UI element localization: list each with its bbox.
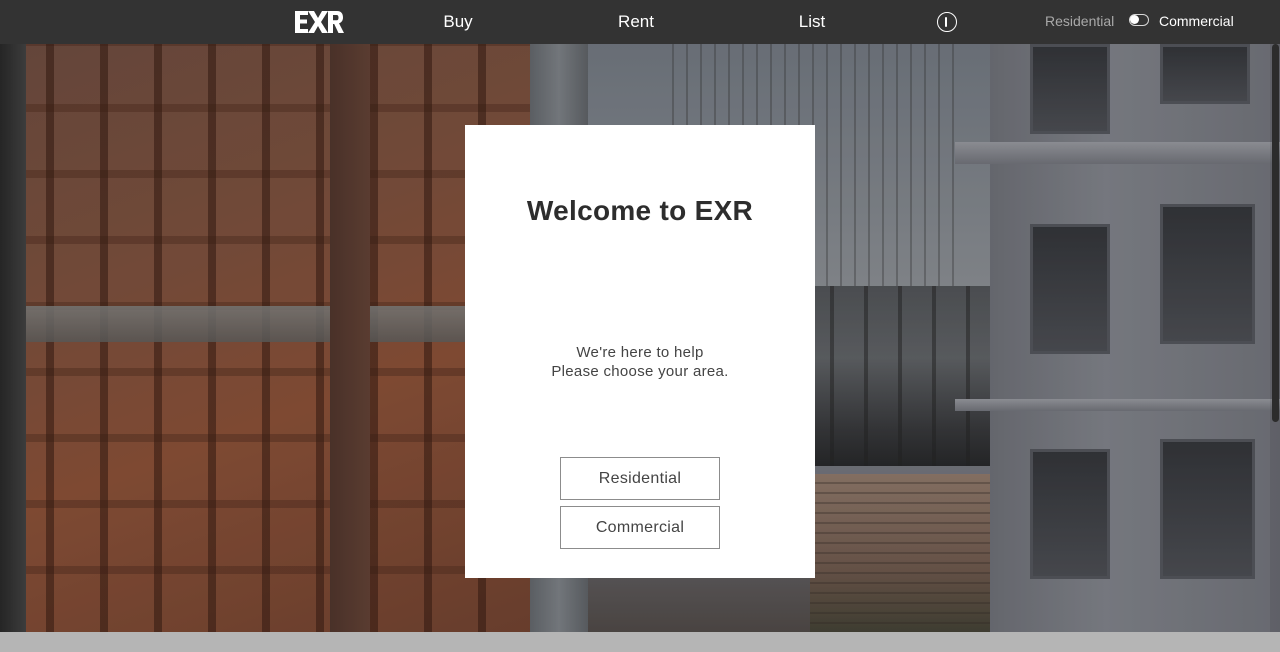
toggle-knob [1130, 15, 1139, 24]
welcome-modal: Welcome to EXR We're here to help Please… [465, 125, 815, 578]
nav-rent-link[interactable]: Rent [618, 0, 654, 44]
modal-title: Welcome to EXR [526, 195, 754, 226]
page-scrollbar[interactable] [1270, 44, 1280, 632]
mode-commercial-label[interactable]: Commercial [1159, 0, 1234, 44]
nav-list-link[interactable]: List [799, 0, 825, 44]
modal-message-line-1: We're here to help [576, 344, 704, 361]
mode-residential-label[interactable]: Residential [1045, 0, 1114, 44]
commercial-button[interactable]: Commercial [560, 506, 720, 549]
scrollbar-thumb[interactable] [1272, 44, 1279, 422]
nav-buy-link[interactable]: Buy [443, 0, 472, 44]
residential-button[interactable]: Residential [560, 457, 720, 500]
modal-message: We're here to help Please choose your ar… [465, 343, 815, 381]
modal-message-line-2: Please choose your area. [551, 363, 729, 380]
info-icon[interactable] [937, 12, 957, 32]
top-navigation-bar: Buy Rent List Residential Commercial [0, 0, 1280, 44]
page-bottom-strip [0, 632, 1280, 652]
exr-logo[interactable] [295, 11, 344, 33]
residential-commercial-toggle[interactable] [1129, 14, 1149, 26]
